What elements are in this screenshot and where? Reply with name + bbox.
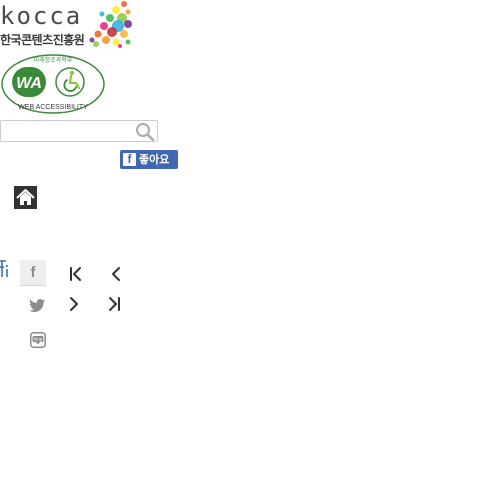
logo-dot: [93, 41, 99, 47]
logo-dot: [89, 37, 95, 43]
last-page-button[interactable]: [106, 296, 122, 312]
logo-dot: [121, 1, 127, 7]
wa-badge-mark: WA: [16, 75, 42, 92]
kocca-logo[interactable]: kocca 한국콘텐츠진흥원: [0, 0, 132, 50]
facebook-like-label: 좋아요: [139, 153, 170, 166]
home-button[interactable]: [14, 186, 37, 209]
first-page-button[interactable]: [68, 266, 84, 282]
logo-dot: [107, 27, 117, 37]
logo-dot: [102, 36, 110, 44]
facebook-share-button[interactable]: f: [20, 260, 46, 286]
last-page-icon: [109, 297, 120, 311]
logo-dots-graphic: [89, 1, 132, 48]
wa-badge-bottom-text: WEB ACCESSIBILITY: [18, 104, 88, 111]
web-accessibility-badge: 미래창조과학부 WA WEB ACCESSIBILITY: [1, 54, 105, 114]
logo-dot: [112, 38, 120, 46]
logo-dot: [125, 9, 131, 15]
logo-dot: [120, 30, 128, 38]
logo-dot: [94, 30, 102, 38]
logo-dot: [124, 20, 132, 28]
twitter-bird-icon: [29, 299, 45, 312]
search-box: [0, 120, 158, 142]
home-icon: [16, 189, 35, 205]
first-page-icon: [70, 267, 81, 281]
blog-icon-label: blog: [34, 337, 43, 342]
logo-dot: [112, 6, 120, 14]
prev-page-button[interactable]: [108, 266, 124, 282]
search-icon[interactable]: [135, 122, 155, 142]
wa-badge-top-text: 미래창조과학부: [34, 56, 73, 64]
logo-wordmark: kocca: [0, 2, 83, 30]
logo-dot: [106, 14, 114, 22]
logo-dot: [100, 22, 108, 30]
twitter-share-button[interactable]: [28, 298, 46, 314]
facebook-icon: f: [123, 153, 136, 166]
chevron-right-icon: [70, 297, 78, 311]
blog-share-button[interactable]: blog: [30, 332, 46, 348]
logo-dot: [118, 44, 122, 48]
logo-dot: [99, 11, 105, 17]
share-icon[interactable]: [0, 259, 10, 279]
next-page-button[interactable]: [66, 296, 82, 312]
chevron-left-icon: [112, 267, 120, 281]
logo-dot: [125, 39, 131, 45]
search-input[interactable]: [4, 123, 128, 139]
facebook-like-button[interactable]: f 좋아요: [120, 150, 178, 169]
